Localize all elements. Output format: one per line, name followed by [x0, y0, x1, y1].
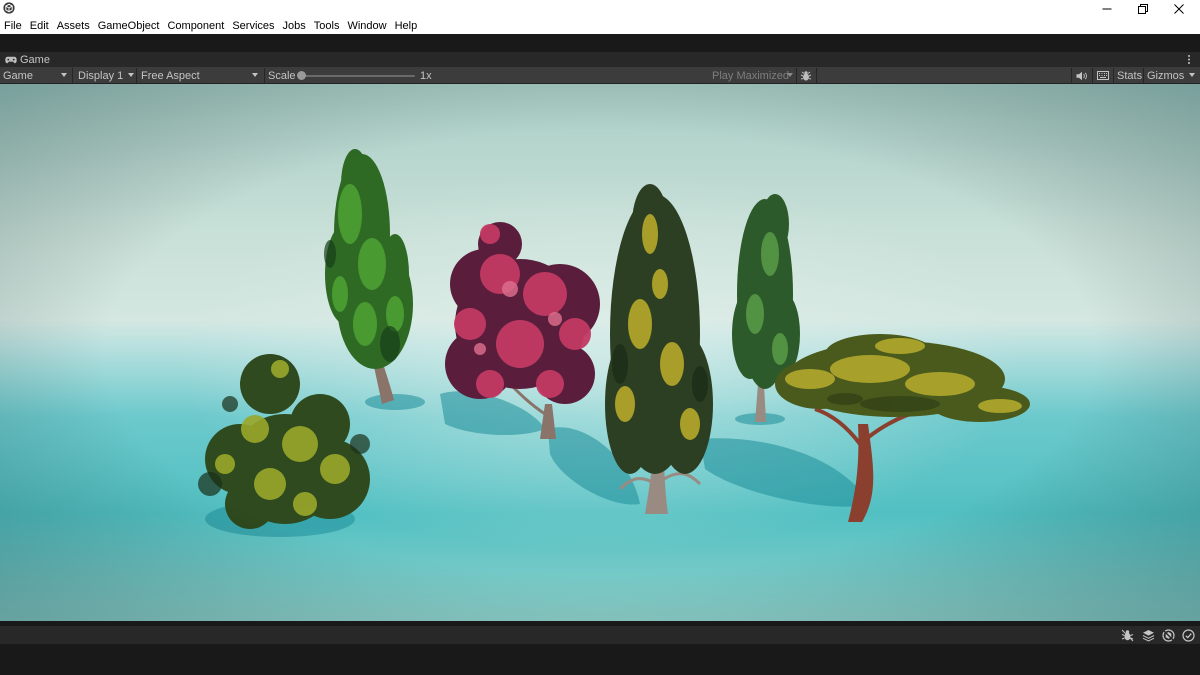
status-bar: [0, 626, 1200, 644]
tab-game-label: Game: [20, 53, 50, 66]
scale-slider-track[interactable]: [302, 75, 415, 77]
more-options-icon[interactable]: [1186, 53, 1192, 66]
divider: [816, 68, 817, 83]
unity-logo-icon: [3, 2, 15, 14]
aspect-value: Free Aspect: [141, 69, 200, 82]
restore-button[interactable]: [1126, 0, 1160, 18]
play-mode-dropdown[interactable]: Play Maximized: [712, 67, 796, 84]
debug-toggle[interactable]: [800, 67, 813, 84]
stats-button[interactable]: Stats: [1117, 67, 1142, 84]
scale-value: 1x: [420, 69, 432, 82]
play-mode-value: Play Maximized: [712, 69, 790, 82]
divider: [1071, 68, 1072, 83]
divider: [264, 68, 265, 83]
title-bar: File Edit Assets GameObject Component Se…: [0, 0, 1200, 34]
divider: [1092, 68, 1093, 83]
chevron-down-icon: [252, 73, 258, 77]
close-button[interactable]: [1162, 0, 1196, 18]
scale-slider-handle[interactable]: [297, 71, 306, 80]
bug-icon: [800, 70, 812, 81]
view-mode-value: Game: [3, 69, 33, 82]
menu-component[interactable]: Component: [167, 19, 224, 33]
menu-window[interactable]: Window: [347, 19, 386, 33]
restore-icon: [1138, 4, 1148, 14]
game-viewport[interactable]: [0, 84, 1200, 621]
menu-gameobject[interactable]: GameObject: [98, 19, 160, 33]
display-dropdown[interactable]: Display 1: [78, 67, 134, 84]
divider: [136, 68, 137, 83]
chevron-down-icon: [128, 73, 134, 77]
mute-audio-toggle[interactable]: [1076, 67, 1088, 84]
gamepad-icon: [5, 56, 17, 63]
menu-edit[interactable]: Edit: [30, 19, 49, 33]
minimize-button[interactable]: [1090, 0, 1124, 18]
keyboard-icon: [1097, 71, 1109, 80]
toolbar-area: [0, 34, 1200, 52]
tab-game[interactable]: Game: [5, 52, 50, 67]
layers-icon[interactable]: [1142, 629, 1155, 642]
menu-file[interactable]: File: [4, 19, 22, 33]
view-mode-dropdown[interactable]: Game: [3, 67, 71, 84]
chevron-down-icon: [787, 73, 793, 77]
bottom-panel: [0, 644, 1200, 675]
shield-icon[interactable]: [1162, 629, 1175, 642]
menu-bar: File Edit Assets GameObject Component Se…: [4, 19, 425, 33]
game-toolbar: Game Display 1 Free Aspect Scale 1x Play…: [0, 67, 1200, 84]
menu-assets[interactable]: Assets: [57, 19, 90, 33]
game-scene: [0, 84, 1200, 621]
divider: [1113, 68, 1114, 83]
menu-help[interactable]: Help: [395, 19, 418, 33]
display-value: Display 1: [78, 69, 124, 82]
aspect-dropdown[interactable]: Free Aspect: [141, 67, 263, 84]
close-icon: [1174, 4, 1184, 14]
divider: [72, 68, 73, 83]
minimize-icon: [1102, 8, 1112, 10]
check-circle-icon[interactable]: [1182, 629, 1195, 642]
divider: [1143, 68, 1144, 83]
chevron-down-icon: [61, 73, 67, 77]
keyboard-toggle[interactable]: [1097, 67, 1110, 84]
menu-services[interactable]: Services: [232, 19, 274, 33]
speaker-icon: [1076, 71, 1087, 80]
chevron-down-icon: [1189, 73, 1195, 77]
gizmos-label: Gizmos: [1147, 69, 1185, 82]
divider: [796, 68, 797, 83]
debug-icon[interactable]: [1121, 629, 1134, 642]
gizmos-dropdown[interactable]: Gizmos: [1147, 67, 1197, 84]
scale-label: Scale: [268, 69, 296, 82]
menu-tools[interactable]: Tools: [314, 19, 340, 33]
menu-jobs[interactable]: Jobs: [283, 19, 306, 33]
tab-header: Game: [0, 52, 1200, 67]
